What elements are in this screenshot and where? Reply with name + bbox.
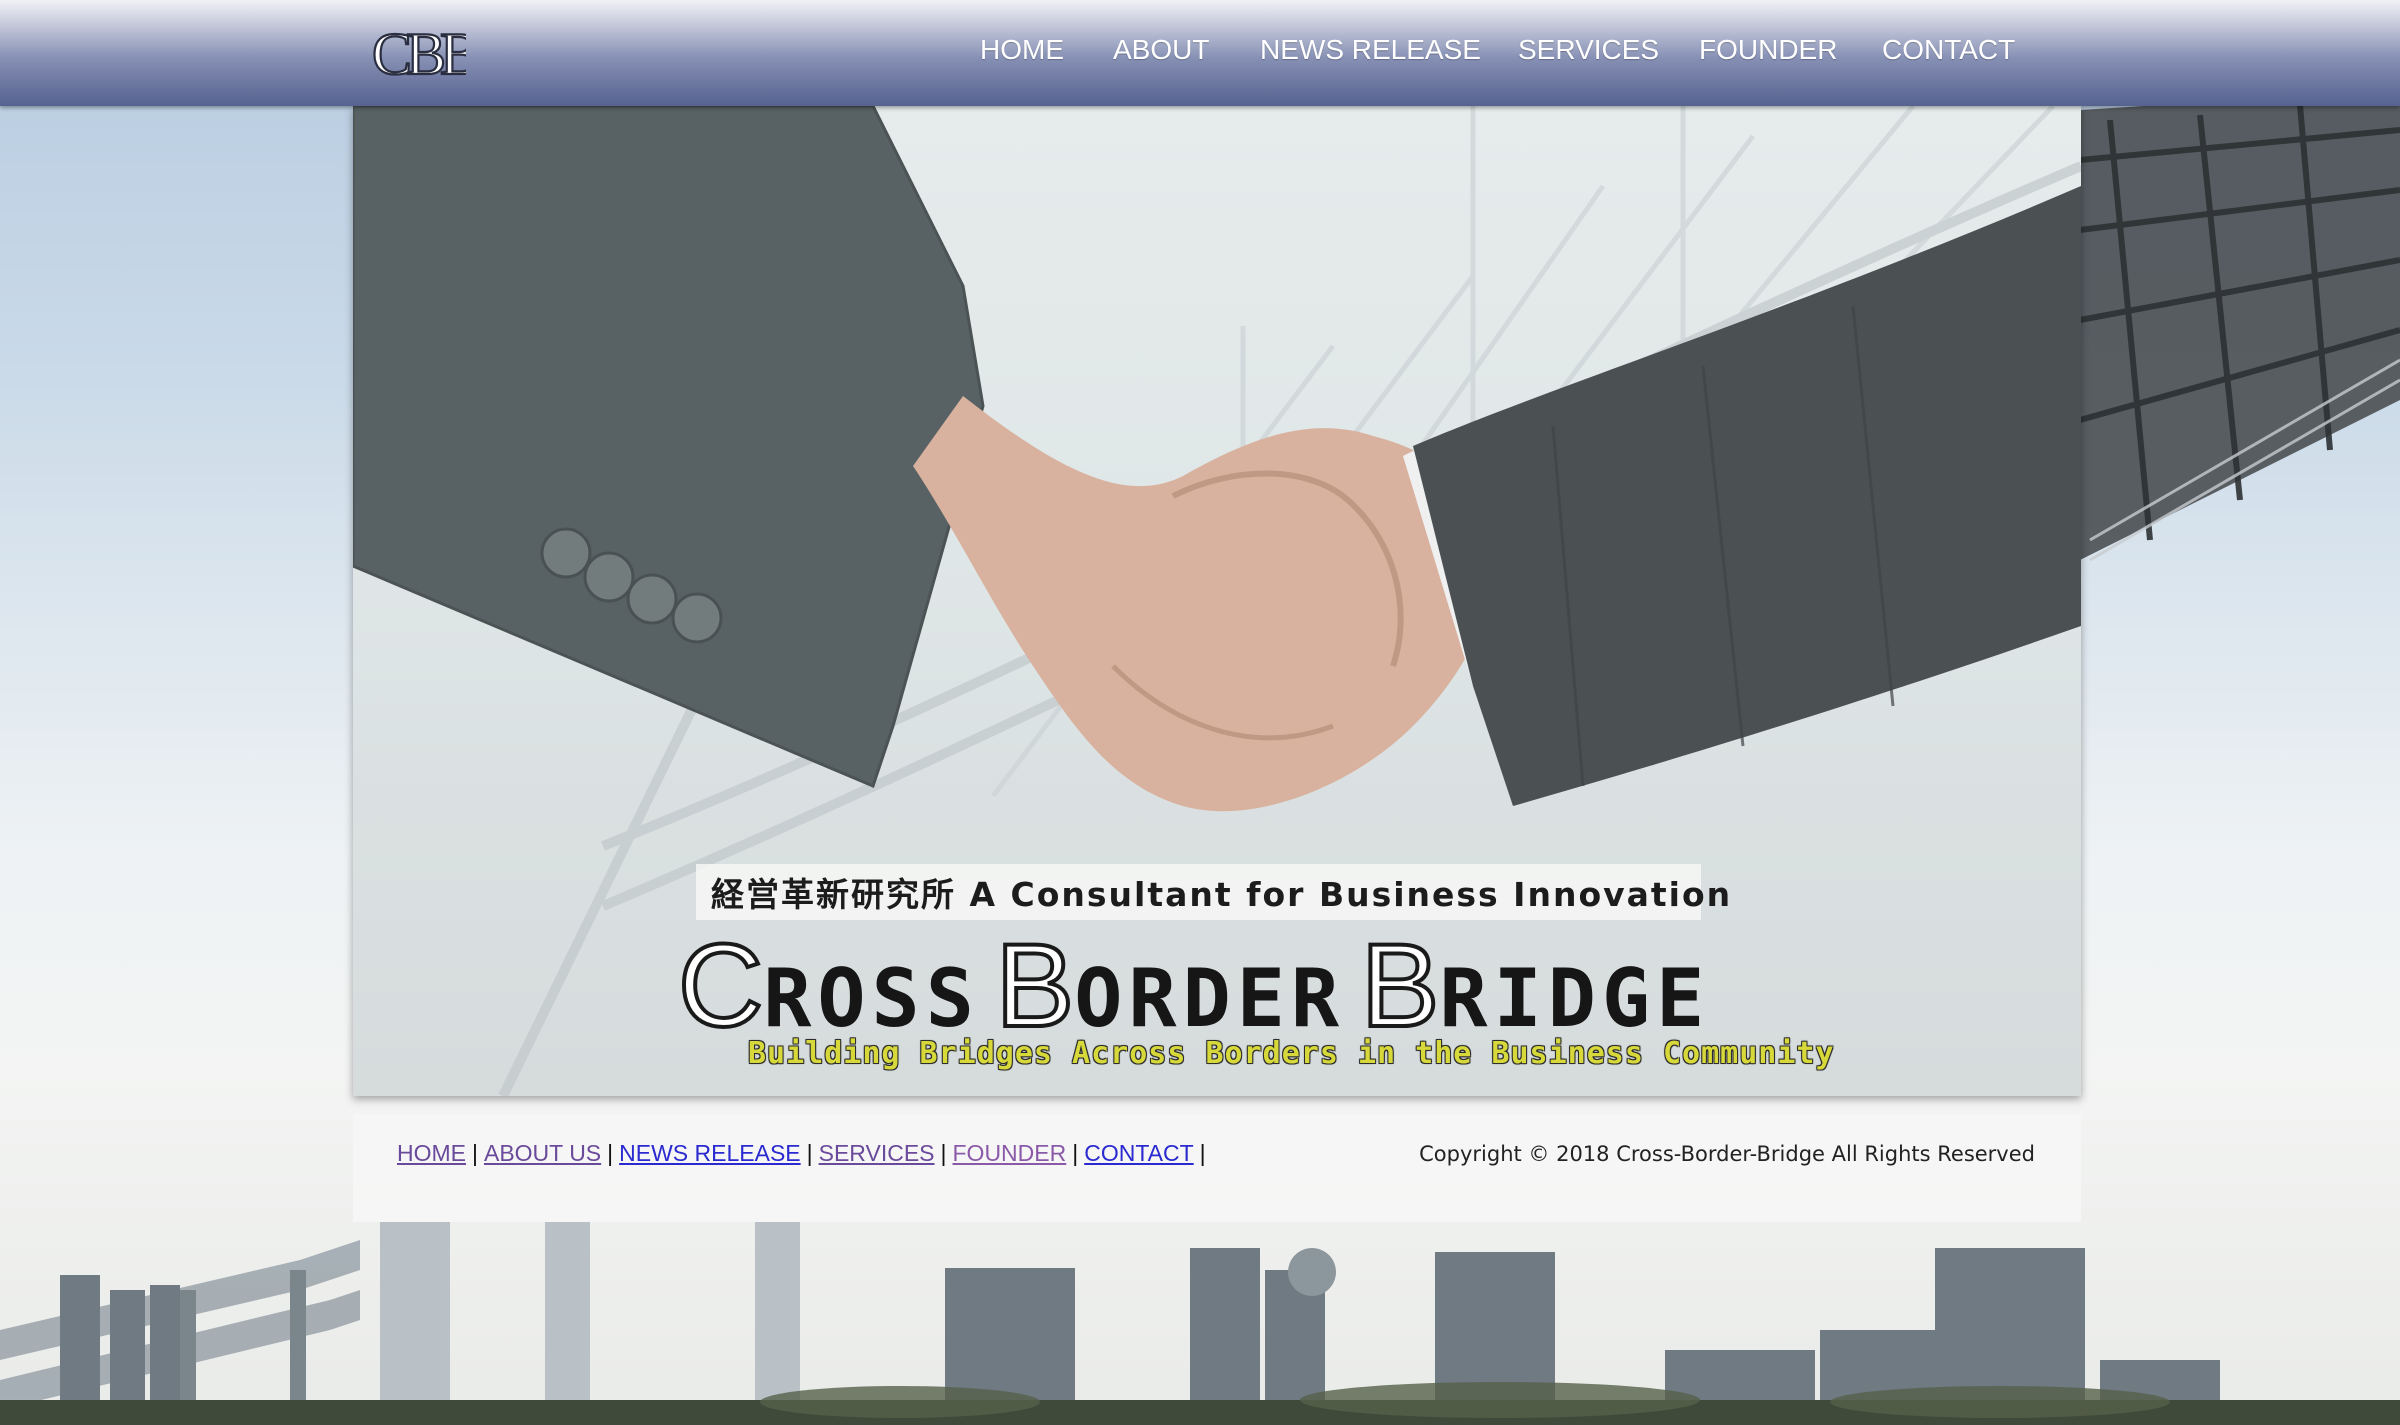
footer-separator: | [472, 1140, 478, 1166]
nav-founder[interactable]: FOUNDER [1699, 34, 1837, 66]
brand-word-ross: ROSS [763, 952, 980, 1045]
nav-contact[interactable]: CONTACT [1882, 34, 2015, 66]
footer-link-news-release[interactable]: NEWS RELEASE [619, 1140, 801, 1166]
brand-initial-b2: B [1359, 918, 1442, 1054]
hero-tagline: 経営革新研究所 A Consultant for Business Innova… [711, 875, 1733, 914]
brand-word-ridge: RIDGE [1439, 952, 1711, 1045]
footer-link-services[interactable]: SERVICES [819, 1140, 935, 1166]
cbbc-logo[interactable]: CBBC [370, 14, 466, 92]
hero-slogan: Building Bridges Across Borders in the B… [748, 1036, 1835, 1071]
footer-separator: | [806, 1140, 813, 1166]
footer-separator: | [940, 1140, 947, 1166]
footer: HOME | ABOUT US | NEWS RELEASE | SERVICES | FOUN… [353, 1114, 2081, 1222]
nav-about[interactable]: ABOUT [1113, 34, 1209, 66]
hero-banner: 経営革新研究所 A Consultant for Business Innova… [353, 106, 2081, 1096]
brand-wordmark: CROSS BORDER BRIDGE [676, 918, 1778, 1054]
footer-link-about-us[interactable]: ABOUT US [484, 1140, 601, 1166]
footer-separator: | [1072, 1140, 1079, 1166]
copyright-notice: Copyright © 2018 Cross-Border-Bridge All… [1419, 1142, 2035, 1166]
brand-initial-c: C [676, 918, 765, 1054]
nav-home[interactable]: HOME [980, 34, 1064, 66]
brand-word-order: ORDER [1074, 952, 1346, 1045]
footer-links: HOME | ABOUT US | NEWS RELEASE | SERVICES | FOUN… [397, 1140, 1212, 1167]
logo-text: CBBC [372, 21, 466, 87]
top-navigation-bar: CBBC HOME ABOUT NEWS RELEASE SERVICES FO… [0, 0, 2400, 106]
nav-news-release[interactable]: NEWS RELEASE [1260, 34, 1481, 66]
footer-link-home[interactable]: HOME [397, 1140, 466, 1166]
footer-link-contact[interactable]: CONTACT [1084, 1140, 1193, 1166]
footer-separator: | [1199, 1140, 1206, 1166]
footer-link-founder[interactable]: FOUNDER [953, 1140, 1067, 1166]
nav-services[interactable]: SERVICES [1518, 34, 1659, 66]
brand-initial-b1: B [994, 918, 1077, 1054]
footer-separator: | [607, 1140, 614, 1166]
